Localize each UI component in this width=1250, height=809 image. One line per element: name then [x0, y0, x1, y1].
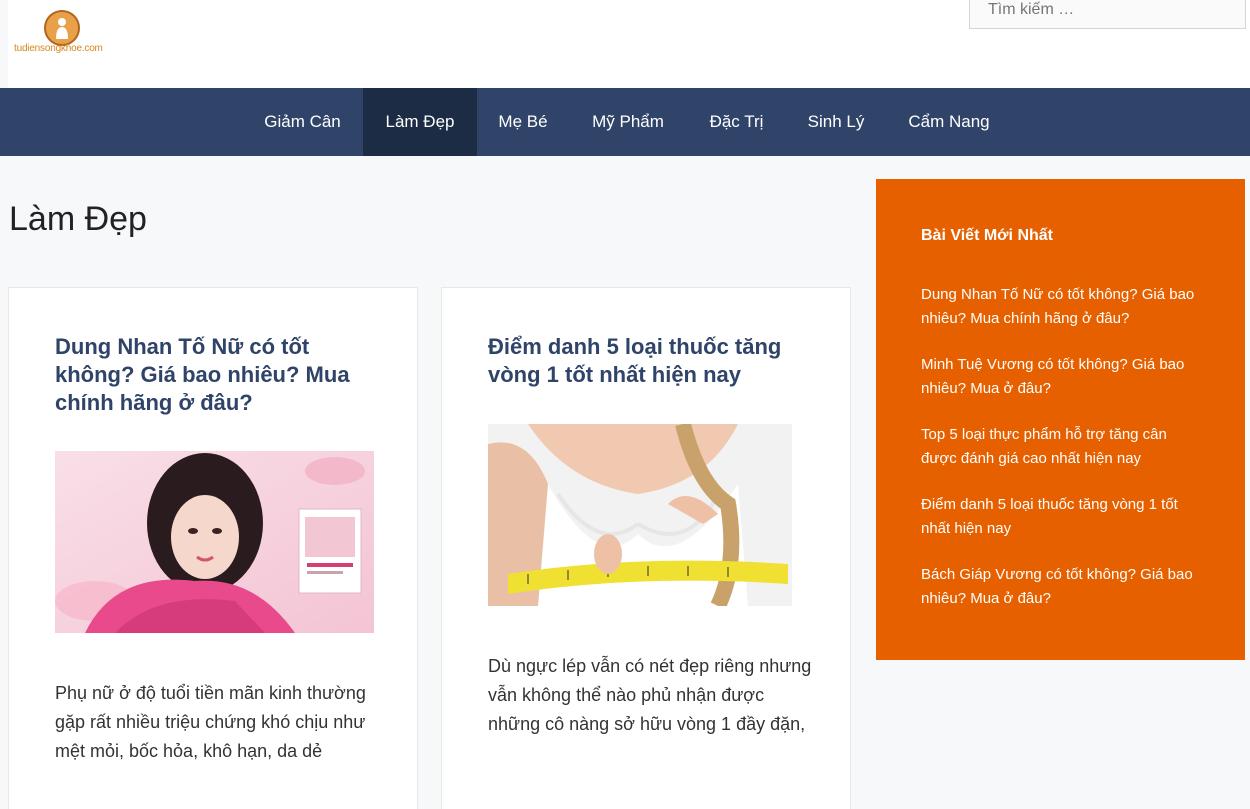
recent-post-link[interactable]: Minh Tuệ Vương có tốt không? Giá bao nhi… — [921, 356, 1184, 397]
list-item: Minh Tuệ Vương có tốt không? Giá bao nhi… — [921, 353, 1206, 401]
recent-post-link[interactable]: Điểm danh 5 loại thuốc tăng vòng 1 tốt n… — [921, 496, 1178, 537]
nav-item-dac-tri[interactable]: Đặc Trị — [687, 88, 786, 156]
recent-posts-list: Dung Nhan Tố Nữ có tốt không? Giá bao nh… — [921, 283, 1206, 633]
list-item: Top 5 loại thực phẩm hỗ trợ tăng cân đượ… — [921, 423, 1206, 471]
nav-item-lam-dep[interactable]: Làm Đẹp — [363, 88, 477, 156]
search-box — [969, 0, 1246, 29]
recent-post-link[interactable]: Bách Giáp Vương có tốt không? Giá bao nh… — [921, 566, 1193, 607]
post-excerpt: Phụ nữ ở độ tuổi tiền mãn kinh thường gặ… — [55, 683, 366, 761]
page-title: Làm Đẹp — [9, 200, 147, 238]
post-thumbnail[interactable] — [488, 424, 792, 606]
list-item: Dung Nhan Tố Nữ có tốt không? Giá bao nh… — [921, 283, 1206, 331]
nav-item-me-be[interactable]: Mẹ Bé — [477, 88, 569, 156]
post-card: Điểm danh 5 loại thuốc tăng vòng 1 tốt n… — [441, 287, 851, 809]
post-title-link[interactable]: Dung Nhan Tố Nữ có tốt không? Giá bao nh… — [55, 333, 375, 417]
site-logo[interactable]: tudiensongkhoe.com — [14, 8, 118, 58]
logo-text: tudiensongkhoe.com — [14, 43, 103, 54]
post-card: Dung Nhan Tố Nữ có tốt không? Giá bao nh… — [8, 287, 418, 809]
recent-post-link[interactable]: Top 5 loại thực phẩm hỗ trợ tăng cân đượ… — [921, 426, 1167, 467]
nav-item-giam-can[interactable]: Giảm Cân — [242, 88, 363, 156]
post-thumbnail-image — [488, 424, 792, 606]
nav-item-cam-nang[interactable]: Cẩm Nang — [886, 88, 1012, 156]
widget-title: Bài Viết Mới Nhất — [921, 227, 1053, 244]
post-thumbnail[interactable] — [55, 451, 374, 633]
recent-post-link[interactable]: Dung Nhan Tố Nữ có tốt không? Giá bao nh… — [921, 286, 1194, 327]
post-thumbnail-image — [55, 451, 374, 633]
search-input[interactable] — [970, 0, 1245, 28]
nav-item-sinh-ly[interactable]: Sinh Lý — [786, 88, 886, 156]
site-header: tudiensongkhoe.com — [8, 0, 1250, 88]
post-title-link[interactable]: Điểm danh 5 loại thuốc tăng vòng 1 tốt n… — [488, 333, 808, 389]
logo-figure-icon — [56, 18, 68, 39]
post-excerpt: Dù ngực lép vẫn có nét đẹp riêng nhưng v… — [488, 656, 812, 734]
nav-item-my-pham[interactable]: Mỹ Phẩm — [569, 88, 687, 156]
main-navigation: Giảm Cân Làm Đẹp Mẹ Bé Mỹ Phẩm Đặc Trị S… — [0, 88, 1250, 156]
list-item: Điểm danh 5 loại thuốc tăng vòng 1 tốt n… — [921, 493, 1206, 541]
sidebar-widget: Bài Viết Mới Nhất Dung Nhan Tố Nữ có tốt… — [876, 179, 1245, 660]
list-item: Bách Giáp Vương có tốt không? Giá bao nh… — [921, 563, 1206, 611]
